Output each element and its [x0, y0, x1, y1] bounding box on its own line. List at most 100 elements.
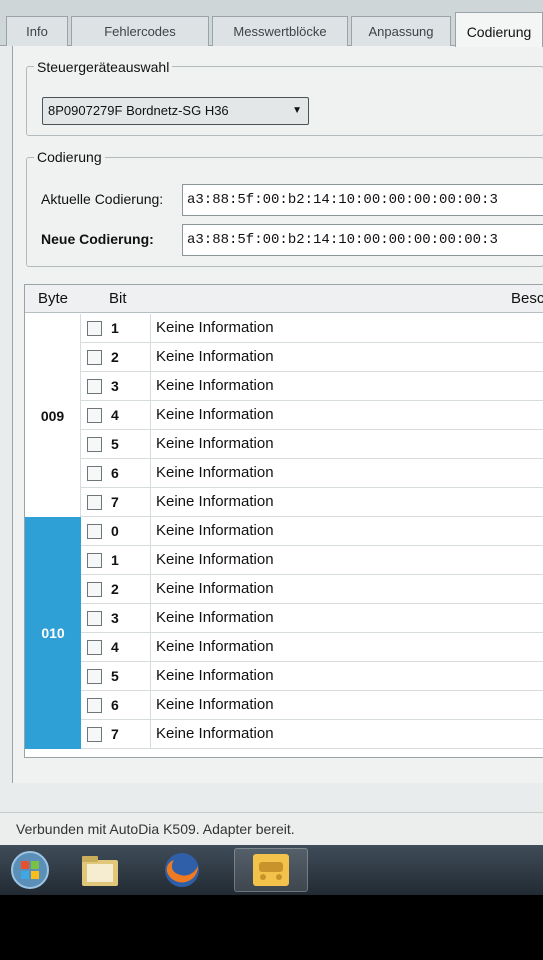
taskbar [0, 845, 543, 895]
bit-number: 0 [111, 523, 119, 539]
byte-cell-010-selected[interactable]: 010 [25, 517, 81, 749]
tab-anpassung[interactable]: Anpassung [351, 16, 451, 46]
bit-checkbox[interactable] [87, 582, 102, 597]
tab-codierung[interactable]: Codierung [455, 12, 543, 47]
column-divider [150, 343, 151, 372]
diagnostic-app-icon[interactable] [234, 848, 308, 892]
bit-checkbox[interactable] [87, 495, 102, 510]
bit-row[interactable]: 7 Keine Information [81, 488, 543, 517]
column-divider [150, 314, 151, 343]
bit-description: Keine Information [156, 638, 274, 655]
file-explorer-icon[interactable] [70, 848, 130, 892]
column-divider [150, 604, 151, 633]
bit-row[interactable]: 0 Keine Information [81, 517, 543, 546]
bit-checkbox[interactable] [87, 669, 102, 684]
header-byte: Byte [38, 290, 69, 307]
bit-description: Keine Information [156, 609, 274, 626]
ecu-dropdown-value: 8P0907279F Bordnetz-SG H36 [48, 103, 229, 118]
tab-messwertbloecke[interactable]: Messwertblöcke [212, 16, 348, 46]
bit-number: 5 [111, 436, 119, 452]
bit-number: 6 [111, 697, 119, 713]
firefox-icon[interactable] [152, 848, 212, 892]
grid-header: Byte Bit Besc [25, 285, 543, 313]
bit-checkbox[interactable] [87, 379, 102, 394]
bit-description: Keine Information [156, 667, 274, 684]
bit-checkbox[interactable] [87, 466, 102, 481]
bit-row[interactable]: 2 Keine Information [81, 575, 543, 604]
bit-number: 2 [111, 581, 119, 597]
chevron-down-icon[interactable]: ▼ [292, 98, 302, 124]
new-coding-input[interactable]: a3:88:5f:00:b2:14:10:00:00:00:00:00:3 [182, 224, 543, 256]
column-divider [150, 662, 151, 691]
bit-number: 7 [111, 726, 119, 742]
bit-description: Keine Information [156, 551, 274, 568]
column-divider [150, 430, 151, 459]
byte-label: 010 [41, 625, 65, 641]
bit-description: Keine Information [156, 406, 274, 423]
coding-legend: Codierung [34, 149, 105, 165]
bit-checkbox[interactable] [87, 321, 102, 336]
bit-checkbox[interactable] [87, 611, 102, 626]
ecu-selection-legend: Steuergeräteauswahl [34, 59, 173, 75]
tab-strip: Info Fehlercodes Messwertblöcke Anpassun… [0, 0, 543, 47]
bit-checkbox[interactable] [87, 727, 102, 742]
bit-row[interactable]: 2 Keine Information [81, 343, 543, 372]
codierung-panel: Steuergeräteauswahl 8P0907279F Bordnetz-… [12, 46, 543, 783]
bit-number: 2 [111, 349, 119, 365]
byte-cell-009[interactable]: 009 [25, 314, 81, 517]
bit-row[interactable]: 7 Keine Information [81, 720, 543, 749]
bit-checkbox[interactable] [87, 437, 102, 452]
bit-number: 5 [111, 668, 119, 684]
bit-row[interactable]: 1 Keine Information [81, 314, 543, 343]
bit-checkbox[interactable] [87, 698, 102, 713]
bit-checkbox[interactable] [87, 408, 102, 423]
column-divider [150, 372, 151, 401]
column-divider [150, 517, 151, 546]
bit-description: Keine Information [156, 696, 274, 713]
status-bar: Verbunden mit AutoDia K509. Adapter bere… [0, 812, 543, 845]
coding-bit-grid: Byte Bit Besc 009 1 Keine Information 2 Ke… [24, 284, 543, 758]
bit-number: 6 [111, 465, 119, 481]
bit-number: 4 [111, 407, 119, 423]
column-divider [150, 401, 151, 430]
bit-number: 3 [111, 378, 119, 394]
column-divider [150, 488, 151, 517]
bit-checkbox[interactable] [87, 350, 102, 365]
bit-row[interactable]: 4 Keine Information [81, 401, 543, 430]
column-divider [150, 575, 151, 604]
bit-row[interactable]: 5 Keine Information [81, 430, 543, 459]
bit-row[interactable]: 6 Keine Information [81, 459, 543, 488]
bit-description: Keine Information [156, 522, 274, 539]
bit-checkbox[interactable] [87, 640, 102, 655]
column-divider [150, 633, 151, 662]
bit-row[interactable]: 6 Keine Information [81, 691, 543, 720]
bit-description: Keine Information [156, 377, 274, 394]
bit-row[interactable]: 1 Keine Information [81, 546, 543, 575]
column-divider [150, 691, 151, 720]
bit-checkbox[interactable] [87, 524, 102, 539]
bit-row[interactable]: 4 Keine Information [81, 633, 543, 662]
bit-row[interactable]: 5 Keine Information [81, 662, 543, 691]
current-coding-label: Aktuelle Codierung: [41, 191, 164, 207]
bit-row[interactable]: 3 Keine Information [81, 372, 543, 401]
tab-info[interactable]: Info [6, 16, 68, 46]
tab-fehlercodes[interactable]: Fehlercodes [71, 16, 209, 46]
bit-checkbox[interactable] [87, 553, 102, 568]
bit-number: 3 [111, 610, 119, 626]
ecu-dropdown[interactable]: 8P0907279F Bordnetz-SG H36 ▼ [42, 97, 309, 125]
start-orb-icon[interactable] [0, 848, 60, 892]
header-bit: Bit [109, 290, 127, 307]
bit-description: Keine Information [156, 493, 274, 510]
bit-number: 7 [111, 494, 119, 510]
bit-description: Keine Information [156, 580, 274, 597]
header-description: Besc [511, 290, 543, 307]
new-coding-label: Neue Codierung: [41, 231, 154, 247]
column-divider [150, 546, 151, 575]
bit-description: Keine Information [156, 725, 274, 742]
bit-description: Keine Information [156, 319, 274, 336]
bit-description: Keine Information [156, 348, 274, 365]
bit-row[interactable]: 3 Keine Information [81, 604, 543, 633]
column-divider [150, 459, 151, 488]
bit-number: 1 [111, 320, 119, 336]
app-window: Info Fehlercodes Messwertblöcke Anpassun… [0, 0, 543, 895]
